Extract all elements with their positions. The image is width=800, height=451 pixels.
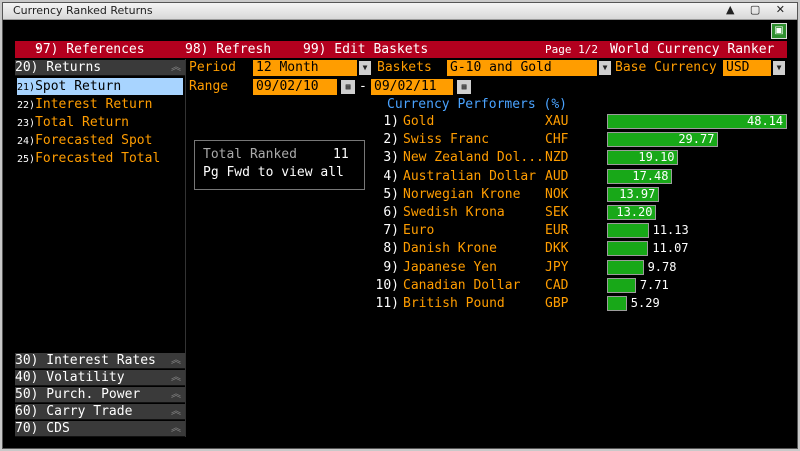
currency-name[interactable]: Danish Krone (403, 240, 497, 257)
total-ranked-count: 11 (333, 147, 349, 162)
rank-label: 6) (383, 205, 399, 220)
period-dropdown-icon[interactable]: ▼ (359, 61, 371, 75)
period-label: Period (189, 60, 236, 75)
rank-label: 11) (375, 296, 399, 311)
bar-value-label: 9.78 (647, 259, 677, 274)
returns-section[interactable]: 20) Returns ︽ (15, 60, 185, 76)
carry-trade-section[interactable]: 60) Carry Trade ︽ (15, 404, 185, 420)
total-ranked-tooltip: Total Ranked 11 Pg Fwd to view all (194, 140, 365, 190)
rank-label: 4) (383, 168, 399, 184)
bar-value-label: 48.14 (747, 114, 784, 128)
currency-code: EUR (545, 223, 569, 239)
main-window: Currency Ranked Returns ▲ ▢ ✕ ▣ 97) Refe… (2, 2, 798, 449)
chevron-up-icon: ︽ (171, 62, 181, 73)
base-currency-label: Base Currency (615, 60, 717, 75)
chevron-up-icon: ︽ (171, 389, 181, 400)
window-title: Currency Ranked Returns (13, 4, 153, 17)
sidebar-item-spot-return[interactable]: 21)Spot Return (17, 78, 183, 95)
window-controls[interactable]: ▲ ▢ ✕ (726, 3, 791, 16)
bar-value-label: 11.07 (652, 241, 689, 256)
calendar-icon[interactable]: ▦ (341, 80, 355, 94)
title-bar: Currency Ranked Returns ▲ ▢ ✕ (3, 3, 797, 20)
currency-name[interactable]: Euro (403, 222, 434, 239)
currency-name[interactable]: British Pound (403, 295, 505, 312)
rank-label: 10) (375, 277, 399, 293)
chevron-up-icon: ︽ (171, 406, 181, 417)
baskets-label: Baskets (377, 60, 432, 75)
currency-name[interactable]: Gold (403, 113, 434, 130)
bar-value-label: 7.71 (639, 277, 669, 292)
bar-value-label: 17.48 (632, 168, 669, 183)
rank-label: 8) (383, 241, 399, 257)
sidebar-item-forecasted-total[interactable]: 25)Forecasted Total (17, 150, 160, 168)
refresh-button[interactable]: 98) Refresh (185, 41, 271, 58)
rank-label: 3) (383, 150, 399, 166)
divider (185, 59, 186, 437)
currency-name[interactable]: Norwegian Krone (403, 186, 520, 203)
chart-title: Currency Performers (%) (387, 97, 568, 112)
calendar-icon[interactable]: ▦ (457, 80, 471, 94)
currency-code: AUD (545, 168, 569, 184)
currency-code: DKK (545, 241, 569, 257)
sidebar-item-total-return[interactable]: 23)Total Return (17, 114, 129, 132)
total-ranked-label: Total Ranked (203, 147, 297, 162)
toolbar: 97) References ▾ 98) Refresh 99) Edit Ba… (15, 41, 787, 58)
return-bar (607, 259, 644, 275)
page-forward-hint: Pg Fwd to view all (203, 165, 344, 180)
return-bar (607, 296, 627, 311)
base-currency-dropdown-icon[interactable]: ▼ (773, 61, 785, 75)
bar-value-label: 29.77 (678, 132, 715, 147)
currency-name[interactable]: Canadian Dollar (403, 277, 520, 294)
purch-power-section[interactable]: 50) Purch. Power ︽ (15, 387, 185, 403)
rank-label: 9) (383, 259, 399, 275)
currency-code: CAD (545, 277, 569, 293)
currency-code: GBP (545, 296, 569, 311)
currency-code: XAU (545, 114, 569, 129)
return-bar (607, 241, 649, 257)
edit-baskets-button[interactable]: 99) Edit Baskets (303, 41, 428, 58)
base-currency-select[interactable]: USD (723, 60, 771, 76)
baskets-select[interactable]: G-10 and Gold (447, 60, 597, 76)
volatility-section[interactable]: 40) Volatility ︽ (15, 370, 185, 386)
bar-value-label: 13.97 (619, 186, 656, 201)
page-indicator: Page 1/2 (545, 43, 598, 56)
chevron-up-icon: ︽ (171, 372, 181, 383)
currency-code: CHF (545, 132, 569, 148)
return-bar (607, 223, 649, 239)
sidebar-item-forecasted-spot[interactable]: 24)Forecasted Spot (17, 132, 152, 150)
chevron-up-icon: ︽ (171, 355, 181, 366)
cds-section[interactable]: 70) CDS ︽ (15, 421, 185, 437)
range-label: Range (189, 79, 229, 94)
return-bar (607, 277, 636, 293)
rank-label: 1) (383, 114, 399, 129)
currency-name[interactable]: New Zealand Dol... (403, 149, 544, 166)
bar-value-label: 11.13 (652, 223, 689, 238)
currency-code: NZD (545, 150, 569, 166)
bar-value-label: 19.10 (638, 150, 675, 165)
baskets-dropdown-icon[interactable]: ▼ (599, 61, 611, 75)
rank-label: 7) (383, 223, 399, 239)
currency-name[interactable]: Swedish Krona (403, 204, 505, 221)
app-title: World Currency Ranker (610, 42, 775, 57)
export-icon[interactable]: ▣ (771, 23, 787, 39)
currency-name[interactable]: Swiss Franc (403, 131, 489, 148)
currency-code: SEK (545, 205, 569, 220)
currency-name[interactable]: Australian Dollar (403, 168, 536, 185)
range-end-input[interactable]: 09/02/11 (371, 79, 453, 95)
range-separator: - (359, 79, 367, 94)
currency-code: JPY (545, 259, 569, 275)
interest-rates-section[interactable]: 30) Interest Rates ︽ (15, 353, 185, 369)
sidebar-item-interest-return[interactable]: 22)Interest Return (17, 96, 152, 114)
currency-code: NOK (545, 186, 569, 202)
rank-label: 2) (383, 132, 399, 148)
range-start-input[interactable]: 09/02/10 (253, 79, 337, 95)
period-select[interactable]: 12 Month (253, 60, 357, 76)
rank-label: 5) (383, 186, 399, 202)
bar-value-label: 13.20 (616, 205, 653, 219)
bar-value-label: 5.29 (630, 296, 660, 310)
currency-name[interactable]: Japanese Yen (403, 259, 497, 276)
chevron-up-icon: ︽ (171, 423, 181, 434)
